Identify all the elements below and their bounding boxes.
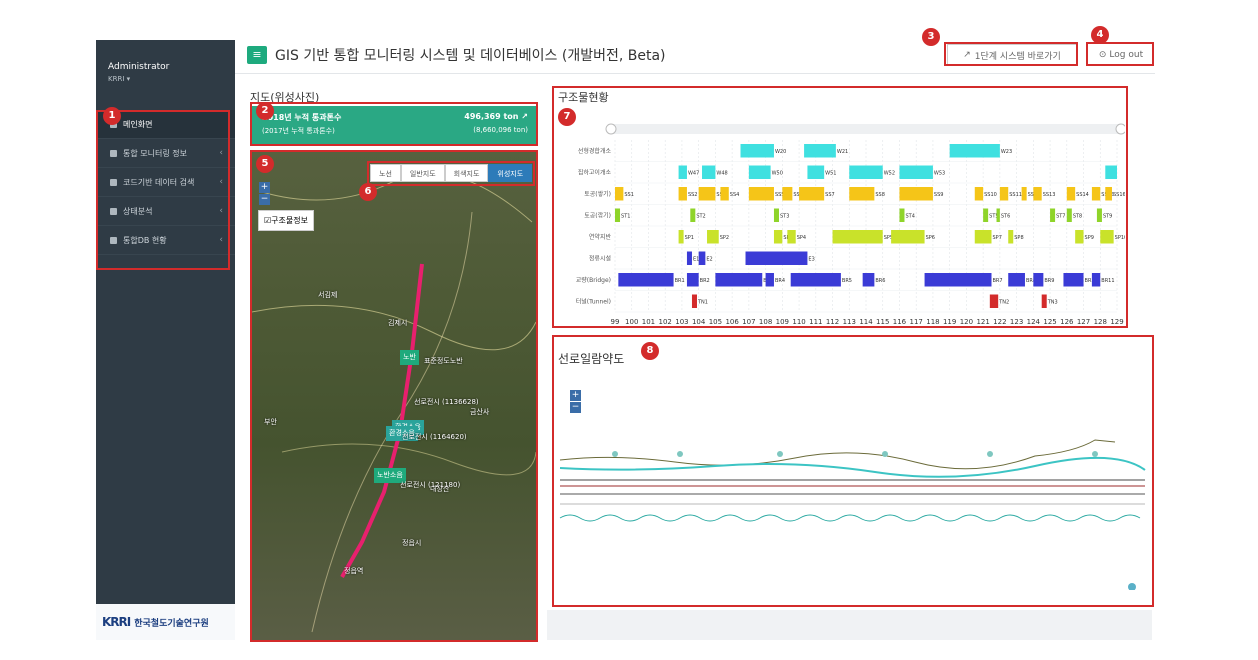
callout-frame-4 (1086, 42, 1154, 66)
hamburger-icon[interactable]: ≡ (247, 46, 267, 64)
krri-logo: KRRI 한국철도기술연구원 (96, 604, 235, 640)
callout-frame-6 (367, 161, 535, 186)
callout-number-8: 8 (641, 342, 659, 360)
user-info[interactable]: Administrator KRRI ▾ (108, 62, 169, 83)
callout-frame-7 (552, 86, 1128, 328)
user-name: Administrator (108, 62, 170, 72)
page-title: GIS 기반 통합 모니터링 시스템 및 데이터베이스 (개발버전, Beta) (275, 48, 666, 64)
callout-number-2: 2 (256, 102, 274, 120)
callout-frame-3 (944, 42, 1078, 66)
callout-frame-1 (96, 110, 230, 270)
callout-number-4: 4 (1091, 26, 1109, 44)
callout-number-6: 6 (359, 183, 377, 201)
callout-number-1: 1 (103, 107, 121, 125)
callout-frame-5 (250, 150, 538, 642)
callout-frame-8 (552, 335, 1154, 607)
callout-number-3: 3 (922, 28, 940, 46)
user-sub: KRRI ▾ (108, 75, 131, 83)
callout-number-7: 7 (558, 108, 576, 126)
logo-text: 한국철도기술연구원 (134, 618, 209, 629)
callout-frame-2 (250, 102, 538, 146)
callout-number-5: 5 (256, 155, 274, 173)
logo-mark: KRRI (102, 615, 131, 629)
bottom-bar (547, 610, 1152, 640)
